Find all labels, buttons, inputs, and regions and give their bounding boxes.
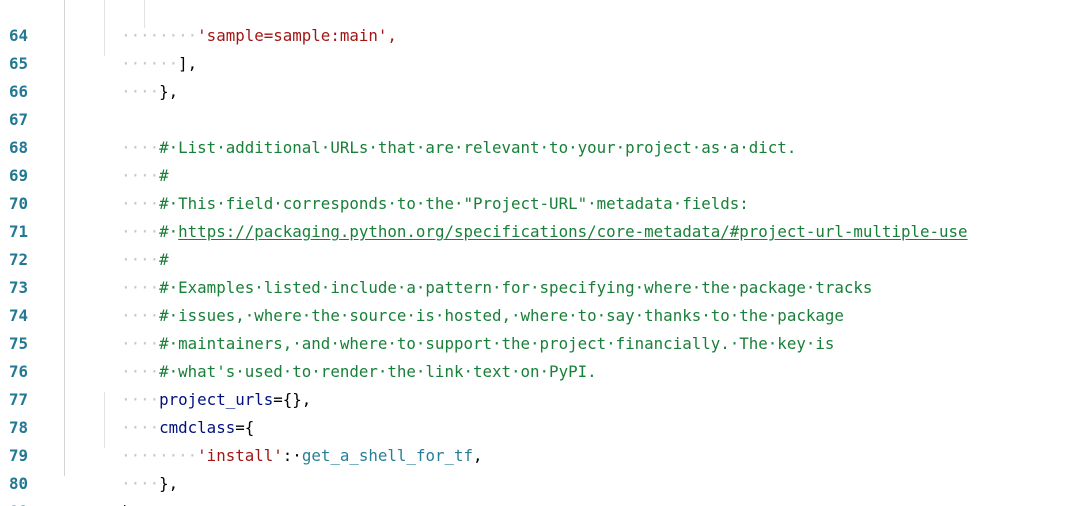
indent-guide xyxy=(144,0,145,28)
line-content[interactable]: ····#·https://packaging.python.org/speci… xyxy=(64,196,967,241)
line-content[interactable]: ····#·issues,·where·the·source·is·hosted… xyxy=(64,280,844,325)
code-line[interactable]: 76 ····#·what's·used·to·render·the·link·… xyxy=(0,336,1080,381)
code-line[interactable]: 66 ····}, xyxy=(0,56,1080,101)
line-content[interactable]: ······], xyxy=(64,28,197,73)
code-line[interactable]: 79 ········'install':·get_a_shell_for_tf… xyxy=(0,420,1080,465)
indent-guide xyxy=(104,392,105,448)
code-line[interactable]: 81 ) xyxy=(0,476,1080,506)
code-editor[interactable]: 64 ········'sample=sample:main', 65 ····… xyxy=(0,0,1080,506)
code-line[interactable]: 77 ····project_urls={}, xyxy=(0,364,1080,409)
code-line[interactable]: 78 ····cmdclass={ xyxy=(0,392,1080,437)
line-content[interactable]: ····#·Examples·listed·include·a·pattern·… xyxy=(64,252,872,297)
line-content[interactable]: ····}, xyxy=(64,448,178,493)
punctuation: ) xyxy=(121,502,131,506)
line-content[interactable]: ····#·List·additional·URLs·that·are·rele… xyxy=(64,112,796,157)
code-line[interactable]: 64 ········'sample=sample:main', xyxy=(0,0,1080,45)
line-content[interactable]: ····}, xyxy=(64,56,178,101)
code-line[interactable]: 74 ····#·issues,·where·the·source·is·hos… xyxy=(0,280,1080,325)
line-content[interactable]: ····project_urls={}, xyxy=(64,364,311,409)
code-line[interactable]: 75 ····#·maintainers,·and·where·to·suppo… xyxy=(0,308,1080,353)
line-content[interactable] xyxy=(64,84,121,108)
code-line[interactable]: 71 ····#·https://packaging.python.org/sp… xyxy=(0,196,1080,241)
line-number: 81 xyxy=(0,500,28,506)
code-line[interactable]: 69 ····# xyxy=(0,140,1080,185)
code-line[interactable]: 68 ····#·List·additional·URLs·that·are·r… xyxy=(0,112,1080,157)
line-content[interactable]: ····#·This·field·corresponds·to·the·"Pro… xyxy=(64,168,749,213)
line-content[interactable]: ········'sample=sample:main', xyxy=(64,0,397,45)
line-content[interactable]: ····# xyxy=(64,140,169,185)
line-content[interactable]: ········'install':·get_a_shell_for_tf, xyxy=(64,420,482,465)
code-line[interactable]: 65 ······], xyxy=(0,28,1080,73)
code-line[interactable]: 70 ····#·This·field·corresponds·to·the·"… xyxy=(0,168,1080,213)
line-content[interactable]: ) xyxy=(64,476,131,506)
line-content[interactable]: ····#·maintainers,·and·where·to·support·… xyxy=(64,308,834,353)
line-content[interactable]: ····# xyxy=(64,224,169,269)
code-line[interactable]: 73 ····#·Examples·listed·include·a·patte… xyxy=(0,252,1080,297)
indent-guide xyxy=(64,0,65,476)
code-line[interactable]: 72 ····# xyxy=(0,224,1080,269)
line-content[interactable]: ····cmdclass={ xyxy=(64,392,254,437)
code-line[interactable]: 80 ····}, xyxy=(0,448,1080,493)
code-line[interactable]: 67 xyxy=(0,84,1080,129)
line-content[interactable]: ····#·what's·used·to·render·the·link·tex… xyxy=(64,336,597,381)
indent-guide xyxy=(104,0,105,56)
